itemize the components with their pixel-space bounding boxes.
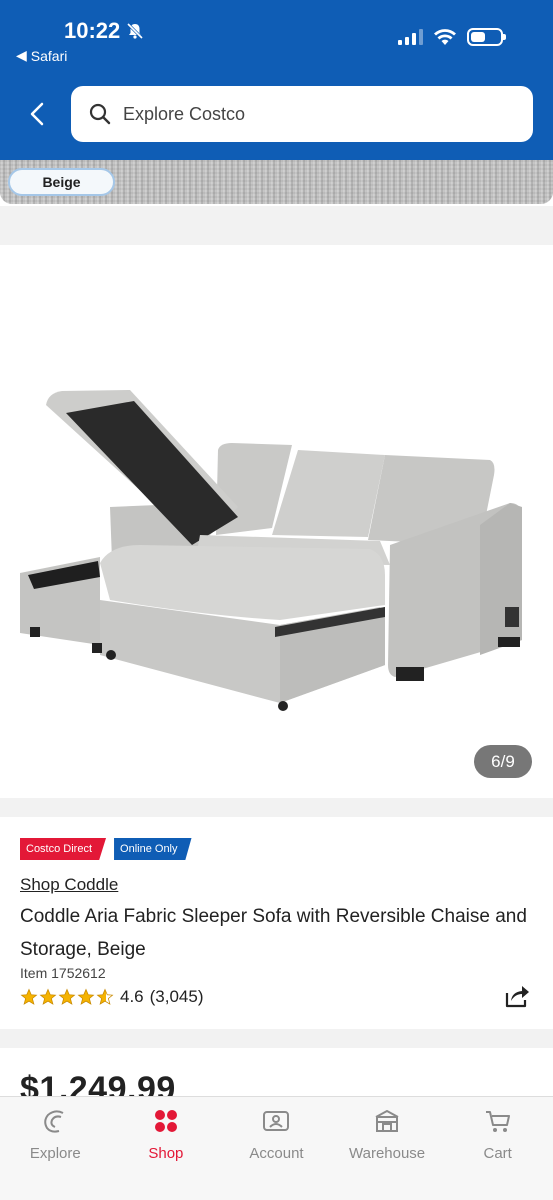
brand-link[interactable]: Shop Coddle — [20, 875, 118, 895]
item-number: Item 1752612 — [20, 965, 106, 981]
cart-icon — [485, 1111, 510, 1132]
status-time: 10:22 — [64, 18, 144, 44]
rating-summary[interactable]: 4.6 (3,045) — [20, 987, 204, 1007]
product-image-gallery[interactable]: 6/9 — [0, 245, 553, 798]
rating-count: (3,045) — [149, 987, 204, 1006]
tab-cart[interactable]: Cart — [442, 1097, 553, 1200]
star-full-icon — [58, 988, 76, 1005]
search-placeholder: Explore Costco — [123, 103, 246, 124]
costco-direct-badge: Costco Direct — [20, 838, 107, 860]
star-full-icon — [77, 988, 95, 1005]
back-button[interactable] — [22, 96, 52, 132]
status-indicators — [398, 28, 506, 46]
app-header: 10:22 ◀ Safari Explore Costco — [0, 0, 553, 160]
back-to-safari[interactable]: ◀ Safari — [16, 47, 67, 64]
online-only-badge: Online Only — [114, 838, 192, 860]
silent-mode-icon — [127, 22, 144, 40]
tab-warehouse[interactable]: Warehouse — [332, 1097, 443, 1200]
tab-account[interactable]: Account — [221, 1097, 332, 1200]
rating-value: 4.6 — [120, 987, 144, 1006]
explore-icon — [44, 1110, 64, 1133]
clock: 10:22 — [64, 18, 121, 43]
selected-color-chip[interactable]: Beige — [8, 168, 115, 196]
star-half-icon — [96, 988, 114, 1005]
tab-explore[interactable]: Explore — [0, 1097, 111, 1200]
warehouse-icon — [375, 1110, 399, 1132]
product-title: Coddle Aria Fabric Sleeper Sofa with Rev… — [20, 906, 527, 960]
tab-label: Account — [249, 1145, 304, 1162]
back-app-label: Safari — [30, 47, 68, 64]
account-icon — [263, 1111, 290, 1131]
tab-label: Explore — [29, 1145, 81, 1162]
badge-row: Costco Direct Online Only — [20, 838, 192, 860]
battery-icon — [467, 28, 506, 46]
tab-label: Shop — [148, 1145, 184, 1162]
search-icon — [89, 103, 111, 125]
tab-shop[interactable]: Shop — [111, 1097, 222, 1200]
image-counter: 6/9 — [474, 745, 532, 778]
chevron-left-icon — [30, 102, 44, 126]
share-icon — [505, 986, 529, 1008]
share-button[interactable] — [503, 983, 531, 1009]
star-full-icon — [39, 988, 57, 1005]
back-triangle-icon: ◀ — [16, 47, 27, 63]
product-image-sofa — [20, 390, 522, 711]
tab-label: Cart — [483, 1145, 512, 1162]
tab-label: Warehouse — [349, 1145, 426, 1162]
star-full-icon — [20, 988, 38, 1005]
wifi-icon — [434, 29, 456, 45]
shop-grid-icon — [154, 1110, 177, 1132]
cellular-signal-icon — [398, 29, 423, 45]
bottom-tab-bar: Explore Shop Account Warehouse Cart — [0, 1096, 553, 1200]
search-input[interactable]: Explore Costco — [71, 86, 533, 142]
rating-stars — [20, 988, 114, 1006]
product-details: Costco Direct Online Only Shop Coddle Co… — [0, 817, 553, 1029]
